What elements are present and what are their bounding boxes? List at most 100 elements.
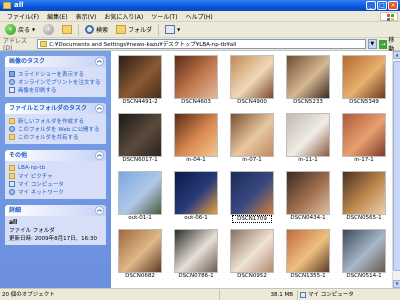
- file-thumbnail[interactable]: DSCN1355-1: [281, 227, 335, 285]
- file-thumbnail[interactable]: in-11-1: [281, 111, 335, 169]
- task-publish-web[interactable]: このフォルダを Web に公開する: [9, 125, 102, 133]
- search-button[interactable]: 検索: [83, 23, 110, 36]
- views-icon: [165, 25, 176, 34]
- file-thumbnail[interactable]: DSCN1709: [225, 169, 279, 227]
- go-arrow-icon: →: [378, 39, 388, 49]
- file-name: DSCN0682: [125, 273, 155, 279]
- photo-preview: [174, 113, 218, 157]
- file-name: DSCN6017-1: [122, 157, 158, 163]
- task-order-prints[interactable]: オンラインでプリントを注文する: [9, 78, 102, 86]
- back-button[interactable]: ‹ 戻る ▼: [3, 23, 37, 36]
- scroll-thumb[interactable]: [393, 61, 400, 271]
- task-slideshow[interactable]: スライドショーを表示する: [9, 70, 102, 78]
- place-parent-folder[interactable]: LBA-np-tb: [9, 164, 102, 172]
- file-thumbnail[interactable]: out-06-1: [169, 169, 223, 227]
- photo-preview: [118, 113, 162, 157]
- close-button[interactable]: ×: [388, 1, 398, 10]
- place-my-network[interactable]: マイ ネットワーク: [9, 188, 102, 196]
- status-size: 38.1 MB: [220, 289, 298, 300]
- file-thumbnail[interactable]: DSCN0565-1: [337, 169, 391, 227]
- file-thumbnail[interactable]: DSCN4491-2: [113, 53, 167, 111]
- photo-preview: [342, 113, 386, 157]
- panel-header[interactable]: 詳細 ︽: [5, 205, 106, 216]
- scroll-up-button[interactable]: ▲: [393, 51, 400, 59]
- photo-preview: [230, 113, 274, 157]
- photo-preview: [286, 113, 330, 157]
- file-thumbnail[interactable]: DSCN0786-1: [169, 227, 223, 285]
- photo-preview: [286, 55, 330, 99]
- menu-file[interactable]: ファイル(F): [3, 12, 43, 21]
- file-name: DSCN4603: [181, 99, 211, 105]
- window-title: all: [14, 1, 24, 9]
- file-thumbnail[interactable]: DSCN5233: [281, 53, 335, 111]
- back-label: 戻る: [18, 27, 31, 34]
- forward-button[interactable]: ›: [41, 23, 56, 36]
- file-thumbnail[interactable]: in-04-1: [169, 111, 223, 169]
- network-icon: [9, 189, 15, 195]
- address-dropdown[interactable]: ▼: [367, 39, 377, 49]
- task-print[interactable]: 画像を印刷する: [9, 86, 102, 94]
- file-thumbnail[interactable]: in-17-1: [337, 111, 391, 169]
- file-thumbnail[interactable]: in-07-1: [225, 111, 279, 169]
- address-field[interactable]: C:¥Documents and Settings¥newo-kazu¥デスクト…: [37, 39, 366, 49]
- up-folder-icon: [62, 25, 73, 34]
- photo-preview: [230, 229, 274, 273]
- file-view[interactable]: DSCN4491-2 DSCN4603 DSCN4900 DSCN5233 DSCN53…: [111, 51, 392, 288]
- file-name: in-11-1: [298, 157, 318, 163]
- address-path: C:¥Documents and Settings¥newo-kazu¥デスクト…: [49, 42, 237, 48]
- collapse-icon[interactable]: ︽: [95, 151, 104, 160]
- file-thumbnail[interactable]: DSCN0434-1: [281, 169, 335, 227]
- file-thumbnail[interactable]: DSCN0952: [225, 227, 279, 285]
- task-share-folder[interactable]: このフォルダを共有する: [9, 133, 102, 141]
- panel-title: ファイルとフォルダのタスク: [9, 105, 88, 112]
- printer-icon: [9, 87, 15, 93]
- panel-header[interactable]: 画像のタスク ︽: [5, 56, 106, 67]
- up-folder-button[interactable]: [60, 23, 74, 36]
- file-name: DSCN0514-1: [346, 273, 382, 279]
- menu-tools[interactable]: ツール(T): [147, 12, 181, 21]
- collapse-icon[interactable]: ︽: [95, 206, 104, 215]
- folders-button[interactable]: フォルダ: [114, 23, 154, 36]
- menu-favorites[interactable]: お気に入り(A): [100, 12, 147, 21]
- place-my-pictures[interactable]: マイ ピクチャ: [9, 172, 102, 180]
- file-thumbnail[interactable]: DSCN0514-1: [337, 227, 391, 285]
- photo-preview: [230, 171, 274, 215]
- panel-header[interactable]: ファイルとフォルダのタスク ︽: [5, 103, 106, 114]
- file-name: DSCN0565-1: [346, 215, 382, 221]
- views-button[interactable]: ▼: [163, 23, 182, 36]
- minimize-button[interactable]: _: [366, 1, 376, 10]
- other-places-panel: その他 ︽ LBA-np-tb マイ ピクチャ マイ コンピュータ マイ ネット…: [5, 150, 106, 199]
- menu-view[interactable]: 表示(V): [72, 12, 101, 21]
- file-thumbnail[interactable]: out-01-1: [113, 169, 167, 227]
- menu-help[interactable]: ヘルプ(H): [182, 12, 217, 21]
- file-thumbnail[interactable]: DSCN0682: [113, 227, 167, 285]
- file-name: DSCN5233: [293, 99, 323, 105]
- menu-edit[interactable]: 編集(E): [43, 12, 71, 21]
- place-my-computer[interactable]: マイ コンピュータ: [9, 180, 102, 188]
- photo-preview: [286, 229, 330, 273]
- file-name: in-04-1: [186, 157, 206, 163]
- file-name: DSCN0786-1: [178, 273, 214, 279]
- file-thumbnail[interactable]: DSCN4900: [225, 53, 279, 111]
- file-thumbnail[interactable]: DSCN6017-1: [113, 111, 167, 169]
- file-name: DSCN1709: [232, 215, 272, 223]
- photo-preview: [286, 171, 330, 215]
- address-bar: アドレス(D) C:¥Documents and Settings¥newo-k…: [0, 37, 400, 53]
- collapse-icon[interactable]: ︽: [95, 104, 104, 113]
- collapse-icon[interactable]: ︽: [95, 57, 104, 66]
- file-thumbnail[interactable]: DSCN5349: [337, 53, 391, 111]
- panel-header[interactable]: その他 ︽: [5, 150, 106, 161]
- file-name: DSCN4491-2: [122, 99, 158, 105]
- status-count: 20 個のオブジェクト: [0, 289, 220, 300]
- photo-preview: [342, 55, 386, 99]
- file-thumbnail[interactable]: DSCN4603: [169, 53, 223, 111]
- file-tasks-panel: ファイルとフォルダのタスク ︽ 新しいフォルダを作成する このフォルダを Web…: [5, 103, 106, 144]
- maximize-button[interactable]: □: [377, 1, 387, 10]
- folder-icon: [3, 2, 11, 9]
- status-location: マイ コンピュータ: [298, 290, 400, 300]
- task-new-folder[interactable]: 新しいフォルダを作成する: [9, 117, 102, 125]
- menu-bar: ファイル(F) 編集(E) 表示(V) お気に入り(A) ツール(T) ヘルプ(…: [0, 11, 400, 22]
- folders-icon: [116, 25, 127, 34]
- vertical-scrollbar[interactable]: ▲ ▼: [392, 51, 400, 288]
- scroll-down-button[interactable]: ▼: [393, 280, 400, 288]
